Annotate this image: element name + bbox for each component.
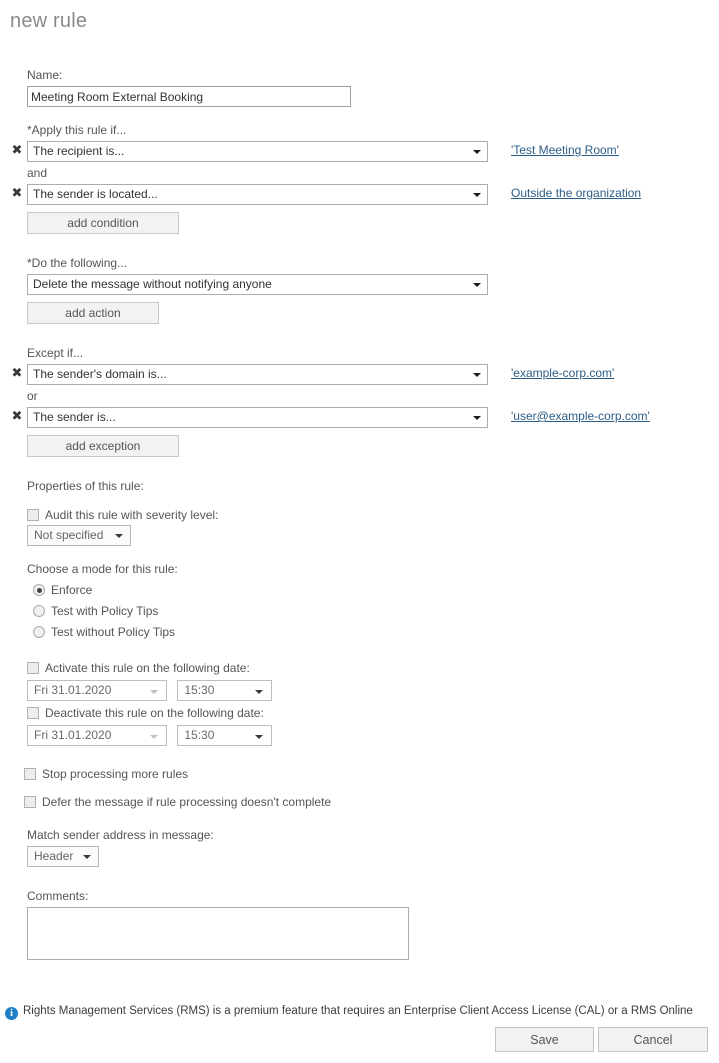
defer-message-label: Defer the message if rule processing doe… — [42, 795, 332, 809]
audit-checkbox-row: Audit this rule with severity level: — [27, 506, 719, 525]
deactivate-checkbox-row: Deactivate this rule on the following da… — [27, 704, 719, 723]
mode-option-enforce[interactable]: Enforce — [33, 580, 719, 601]
activate-checkbox[interactable] — [27, 662, 39, 674]
condition-value-link[interactable]: Outside the organization — [511, 186, 641, 200]
chevron-down-icon — [255, 690, 264, 694]
condition-conjunction: and — [27, 166, 48, 180]
rms-footer-note-text: Rights Management Services (RMS) is a pr… — [23, 1005, 693, 1017]
page-title: new rule — [10, 10, 88, 32]
severity-level-value: Not specified — [34, 528, 104, 542]
match-sender-label: Match sender address in message: — [27, 828, 214, 842]
condition-select-value: The sender is located... — [33, 187, 158, 201]
condition-select-value: The recipient is... — [33, 144, 125, 158]
do-the-following-label: *Do the following... — [27, 256, 128, 270]
radio-test-without-tips-icon[interactable] — [33, 626, 45, 638]
footer-button-bar: Save Cancel — [0, 1027, 719, 1053]
exception-value-link[interactable]: 'example-corp.com' — [511, 366, 614, 380]
exception-select-value: The sender is... — [33, 410, 116, 424]
chevron-down-icon — [473, 283, 481, 287]
add-exception-button[interactable]: add exception — [27, 435, 179, 457]
exception-conjunction: or — [27, 389, 38, 403]
condition-select[interactable]: The recipient is... — [27, 141, 488, 162]
exception-select[interactable]: The sender's domain is... — [27, 364, 488, 385]
mode-option-label: Test without Policy Tips — [51, 625, 176, 639]
comments-label: Comments: — [27, 889, 89, 903]
activate-time-picker[interactable]: 15:30 — [177, 680, 273, 701]
deactivate-date-value: Fri 31.01.2020 — [34, 728, 112, 742]
chevron-down-icon — [473, 416, 481, 420]
activate-date-picker[interactable]: Fri 31.01.2020 — [27, 680, 167, 701]
rule-form: Name: *Apply this rule if... ✖ The recip… — [0, 68, 719, 960]
chevron-down-icon — [473, 193, 481, 197]
condition-select[interactable]: The sender is located... — [27, 184, 488, 205]
exception-row: ✖ The sender's domain is... 'example-cor… — [0, 364, 719, 386]
rule-name-input[interactable] — [27, 86, 351, 107]
radio-test-with-tips-icon[interactable] — [33, 605, 45, 617]
condition-row: ✖ The sender is located... Outside the o… — [0, 184, 719, 206]
name-label: Name: — [27, 68, 63, 82]
mode-option-test-with-policy-tips[interactable]: Test with Policy Tips — [33, 601, 719, 622]
exception-select[interactable]: The sender is... — [27, 407, 488, 428]
remove-exception-icon[interactable]: ✖ — [10, 409, 24, 425]
chevron-down-icon — [83, 855, 91, 859]
action-select[interactable]: Delete the message without notifying any… — [27, 274, 488, 295]
remove-condition-icon[interactable]: ✖ — [10, 143, 24, 159]
activate-checkbox-label: Activate this rule on the following date… — [45, 661, 250, 675]
defer-message-checkbox-row: Defer the message if rule processing doe… — [24, 793, 719, 812]
deactivate-datetime-row: Fri 31.01.2020 15:30 — [27, 725, 719, 747]
activate-checkbox-row: Activate this rule on the following date… — [27, 659, 719, 678]
activate-time-value: 15:30 — [184, 683, 215, 697]
stop-processing-checkbox[interactable] — [24, 768, 36, 780]
except-if-label: Except if... — [27, 346, 84, 360]
stop-processing-label: Stop processing more rules — [42, 767, 189, 781]
defer-message-checkbox[interactable] — [24, 796, 36, 808]
mode-option-label: Enforce — [51, 583, 93, 597]
mode-option-label: Test with Policy Tips — [51, 604, 159, 618]
stop-processing-checkbox-row: Stop processing more rules — [24, 765, 719, 784]
exception-select-value: The sender's domain is... — [33, 367, 167, 381]
chevron-down-icon — [115, 534, 123, 538]
apply-rule-if-label: *Apply this rule if... — [27, 123, 127, 137]
comments-textarea[interactable] — [27, 907, 409, 960]
exception-value-link[interactable]: 'user@example-corp.com' — [511, 409, 650, 423]
severity-level-select[interactable]: Not specified — [27, 525, 131, 546]
deactivate-time-value: 15:30 — [184, 728, 215, 742]
deactivate-date-picker[interactable]: Fri 31.01.2020 — [27, 725, 167, 746]
match-sender-select[interactable]: Header — [27, 846, 99, 867]
action-select-value: Delete the message without notifying any… — [33, 277, 272, 291]
audit-checkbox[interactable] — [27, 509, 39, 521]
audit-checkbox-label: Audit this rule with severity level: — [45, 508, 219, 522]
activate-datetime-row: Fri 31.01.2020 15:30 — [27, 680, 719, 702]
deactivate-checkbox[interactable] — [27, 707, 39, 719]
remove-condition-icon[interactable]: ✖ — [10, 186, 24, 202]
deactivate-checkbox-label: Deactivate this rule on the following da… — [45, 706, 264, 720]
chevron-down-icon — [473, 150, 481, 154]
condition-value-link[interactable]: 'Test Meeting Room' — [511, 143, 619, 157]
properties-label: Properties of this rule: — [27, 479, 144, 493]
mode-option-test-without-policy-tips[interactable]: Test without Policy Tips — [33, 622, 719, 643]
exception-row: ✖ The sender is... 'user@example-corp.co… — [0, 407, 719, 429]
condition-row: ✖ The recipient is... 'Test Meeting Room… — [0, 141, 719, 163]
activate-date-value: Fri 31.01.2020 — [34, 683, 112, 697]
save-button[interactable]: Save — [495, 1027, 594, 1052]
info-icon: i — [5, 1007, 18, 1020]
mode-label: Choose a mode for this rule: — [27, 562, 178, 576]
radio-enforce-icon[interactable] — [33, 584, 45, 596]
action-row: Delete the message without notifying any… — [0, 274, 719, 296]
add-action-button[interactable]: add action — [27, 302, 159, 324]
chevron-down-icon — [473, 373, 481, 377]
chevron-down-icon — [255, 735, 264, 739]
remove-exception-icon[interactable]: ✖ — [10, 366, 24, 382]
deactivate-time-picker[interactable]: 15:30 — [177, 725, 273, 746]
cancel-button[interactable]: Cancel — [598, 1027, 708, 1052]
add-condition-button[interactable]: add condition — [27, 212, 179, 234]
chevron-down-icon — [150, 690, 158, 694]
rms-footer-note: i Rights Management Services (RMS) is a p… — [5, 1001, 719, 1020]
chevron-down-icon — [150, 735, 158, 739]
